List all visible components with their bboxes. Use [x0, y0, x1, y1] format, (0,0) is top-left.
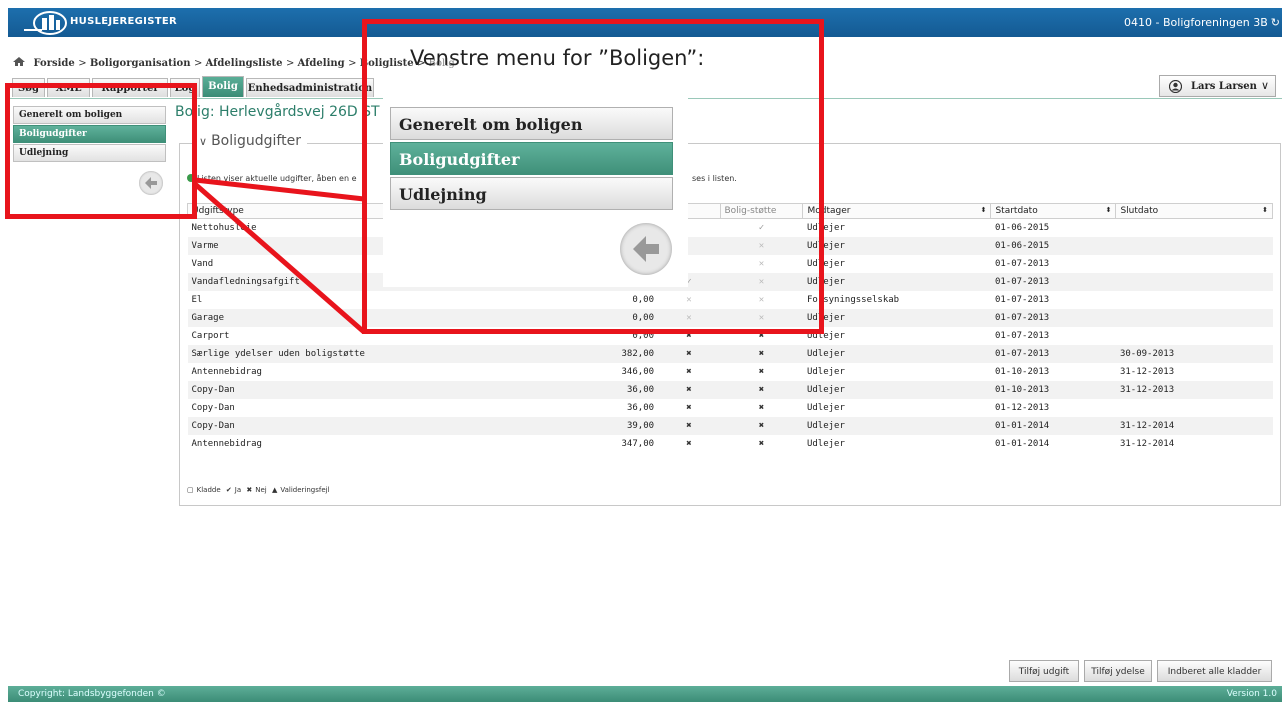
annotation-lines — [193, 177, 366, 334]
